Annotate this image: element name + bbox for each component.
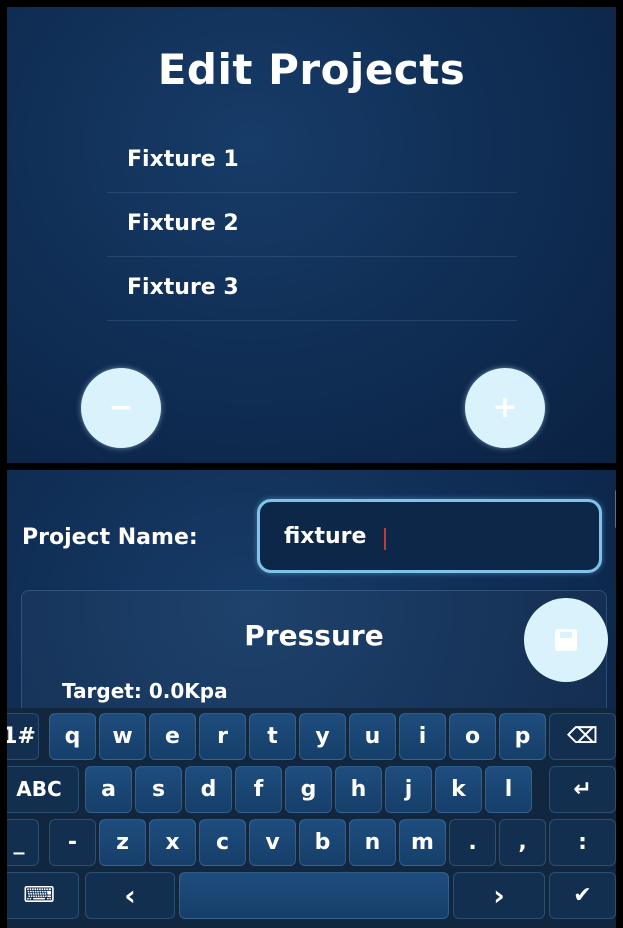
key-g[interactable]: g — [285, 766, 332, 813]
on-screen-keyboard: 1# q w e r t y u i o p ⌫ ABC a s d f g h… — [7, 708, 616, 928]
key-w[interactable]: w — [99, 713, 146, 760]
arrow-left-icon[interactable]: ‹ — [85, 872, 175, 919]
add-project-button[interactable]: + — [465, 368, 545, 448]
project-name-input[interactable]: fixture — [257, 499, 602, 573]
key-a[interactable]: a — [85, 766, 132, 813]
project-item-label: Fixture 1 — [127, 147, 239, 172]
project-name-value: fixture — [284, 524, 367, 549]
key-space[interactable] — [179, 872, 449, 919]
key-u[interactable]: u — [349, 713, 396, 760]
backspace-icon[interactable]: ⌫ — [549, 713, 616, 760]
minus-icon: − — [108, 390, 134, 425]
key-c[interactable]: c — [199, 819, 246, 866]
key-s[interactable]: s — [135, 766, 182, 813]
keyboard-icon[interactable]: ⌨ — [7, 872, 79, 919]
checkmark-icon[interactable]: ✔ — [549, 872, 616, 919]
save-icon — [555, 629, 577, 651]
project-item-fixture-3[interactable]: Fixture 3 — [107, 257, 517, 321]
project-item-fixture-1[interactable]: Fixture 1 — [107, 129, 517, 193]
key-l[interactable]: l — [485, 766, 532, 813]
key-r[interactable]: r — [199, 713, 246, 760]
key-dash[interactable]: - — [49, 819, 96, 866]
key-h[interactable]: h — [335, 766, 382, 813]
project-item-fixture-2[interactable]: Fixture 2 — [107, 193, 517, 257]
key-z[interactable]: z — [99, 819, 146, 866]
key-underscore[interactable]: _ — [7, 819, 39, 866]
text-caret — [384, 528, 386, 550]
key-p[interactable]: p — [499, 713, 546, 760]
key-o[interactable]: o — [449, 713, 496, 760]
key-symbols[interactable]: 1# — [7, 713, 39, 760]
key-b[interactable]: b — [299, 819, 346, 866]
key-x[interactable]: x — [149, 819, 196, 866]
project-name-label: Project Name: — [22, 525, 198, 550]
key-colon[interactable]: : — [549, 819, 616, 866]
edit-projects-panel: Edit Projects Fixture 1 Fixture 2 Fixtur… — [7, 7, 616, 463]
key-e[interactable]: e — [149, 713, 196, 760]
key-y[interactable]: y — [299, 713, 346, 760]
enter-icon[interactable]: ↵ — [549, 766, 616, 813]
key-k[interactable]: k — [435, 766, 482, 813]
pressure-section-title: Pressure — [244, 619, 384, 652]
key-f[interactable]: f — [235, 766, 282, 813]
project-item-label: Fixture 3 — [127, 275, 239, 300]
arrow-right-icon[interactable]: › — [453, 872, 545, 919]
key-comma[interactable]: , — [499, 819, 546, 866]
key-v[interactable]: v — [249, 819, 296, 866]
key-m[interactable]: m — [399, 819, 446, 866]
key-d[interactable]: d — [185, 766, 232, 813]
project-editor-panel: Project Name: fixture Pressure Target: 0… — [7, 470, 616, 928]
save-button[interactable] — [524, 598, 608, 682]
pressure-target: Target: 0.0Kpa — [62, 679, 228, 703]
key-q[interactable]: q — [49, 713, 96, 760]
plus-icon: + — [492, 390, 518, 425]
scrollbar[interactable] — [615, 488, 616, 530]
key-j[interactable]: j — [385, 766, 432, 813]
page-title: Edit Projects — [157, 45, 466, 94]
key-abc[interactable]: ABC — [7, 766, 79, 813]
key-period[interactable]: . — [449, 819, 496, 866]
key-i[interactable]: i — [399, 713, 446, 760]
key-t[interactable]: t — [249, 713, 296, 760]
remove-project-button[interactable]: − — [81, 368, 161, 448]
project-item-label: Fixture 2 — [127, 211, 239, 236]
key-n[interactable]: n — [349, 819, 396, 866]
